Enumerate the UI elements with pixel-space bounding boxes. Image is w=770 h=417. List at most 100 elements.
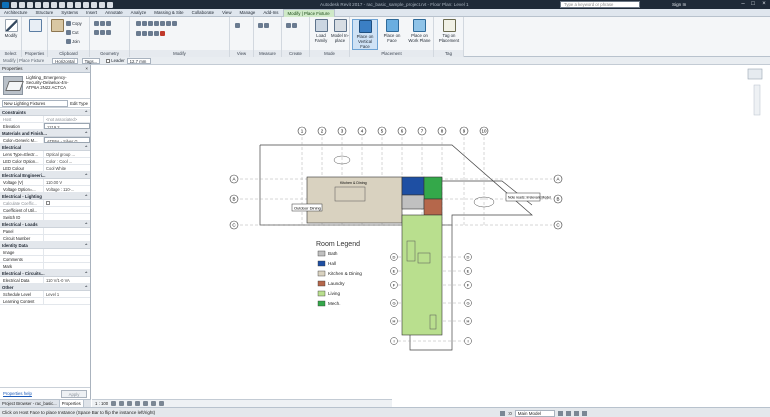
- move-button[interactable]: [136, 21, 177, 26]
- copy-button[interactable]: Copy: [66, 21, 82, 26]
- property-value[interactable]: [44, 249, 90, 255]
- property-value[interactable]: ATP6A - Silver G...: [44, 137, 90, 143]
- property-group[interactable]: Electrical - Lighting ⌃: [0, 193, 90, 200]
- leader-checkbox[interactable]: [106, 58, 111, 63]
- collapse-icon[interactable]: ⌃: [84, 193, 88, 199]
- tab-structure[interactable]: Structure: [31, 9, 57, 17]
- room-tag-outdoor-dining[interactable]: Outdoor Dining: [294, 206, 321, 211]
- place-face-button[interactable]: Place on Face: [380, 19, 404, 43]
- drawing-canvas[interactable]: Outdoor Dining Kitchen & Dining Note rea…: [92, 65, 770, 399]
- property-group[interactable]: Constraints ⌃: [0, 109, 90, 116]
- close-icon[interactable]: ×: [759, 0, 769, 9]
- collapse-icon[interactable]: ⌃: [84, 284, 88, 290]
- main-model-select[interactable]: Main Model: [514, 410, 555, 417]
- property-group[interactable]: Electrical ⌃: [0, 144, 90, 151]
- cope-button[interactable]: [94, 21, 111, 26]
- tab-architecture[interactable]: Architecture: [0, 9, 31, 17]
- type-properties-button[interactable]: [26, 19, 44, 33]
- property-checkbox[interactable]: [46, 201, 50, 205]
- property-value[interactable]: [44, 298, 90, 304]
- text-icon[interactable]: [67, 1, 73, 8]
- tab-manage[interactable]: Manage: [236, 9, 260, 17]
- shadows-icon[interactable]: [135, 401, 141, 406]
- wall-joins-button[interactable]: [94, 30, 111, 35]
- property-value[interactable]: 110 V/1-0 VA: [44, 277, 90, 283]
- property-group[interactable]: Electrical Engineeri... ⌃: [0, 172, 90, 179]
- undo-icon[interactable]: [35, 1, 41, 8]
- property-value[interactable]: [44, 256, 90, 262]
- collapse-icon[interactable]: ⌃: [84, 172, 88, 178]
- join-button[interactable]: Join: [66, 39, 80, 44]
- worksets-icon[interactable]: [500, 411, 505, 416]
- array-button[interactable]: [136, 31, 165, 36]
- select-underlay-icon[interactable]: [573, 411, 579, 416]
- select-panel-label[interactable]: Select: [0, 50, 21, 57]
- mech-room[interactable]: [423, 176, 443, 200]
- reveal-hidden-icon[interactable]: [159, 401, 165, 406]
- tab-annotate[interactable]: Annotate: [101, 9, 127, 17]
- properties-help-link[interactable]: Properties help: [3, 391, 32, 396]
- create-group-button[interactable]: [286, 23, 297, 28]
- measure-icon[interactable]: [59, 1, 65, 8]
- select-links-icon[interactable]: [565, 411, 571, 416]
- property-value[interactable]: [44, 235, 90, 241]
- place-vertical-face-button[interactable]: Place on Vertical Face: [352, 19, 378, 50]
- tag-on-placement-button[interactable]: Tag on Placement: [436, 19, 462, 43]
- tab-massing-site[interactable]: Massing & Site: [150, 9, 187, 17]
- tab-project-browser[interactable]: Project Browser - rac_basic...: [0, 400, 60, 407]
- sun-path-icon[interactable]: [127, 401, 133, 406]
- redo-icon[interactable]: [43, 1, 49, 8]
- instance-filter-select[interactable]: New Lighting Fixtures: [2, 99, 69, 107]
- filter-icon[interactable]: [581, 411, 587, 416]
- close-hidden-icon[interactable]: [99, 1, 105, 8]
- collapse-icon[interactable]: ⌃: [84, 270, 88, 276]
- place-workplane-button[interactable]: Place on Work Plane: [406, 19, 433, 43]
- property-value[interactable]: <not associated>: [44, 116, 90, 122]
- property-value[interactable]: [44, 228, 90, 234]
- property-value[interactable]: Cool White: [44, 165, 90, 171]
- edit-type-button[interactable]: Edit Type: [70, 101, 90, 106]
- open-icon[interactable]: [11, 1, 17, 8]
- property-value[interactable]: [44, 214, 90, 220]
- floor-plan-drawing[interactable]: Outdoor Dining Kitchen & Dining Note rea…: [92, 65, 770, 399]
- tag-orientation-select[interactable]: Horizontal: [52, 57, 78, 64]
- property-group[interactable]: Electrical - Circuits... ⌃: [0, 270, 90, 277]
- view-graphics-button[interactable]: [235, 23, 240, 28]
- tab-systems[interactable]: Systems: [57, 9, 82, 17]
- visual-style-icon[interactable]: [119, 401, 125, 406]
- property-value[interactable]: Color : Cool ...: [44, 158, 90, 164]
- crop-view-icon[interactable]: [143, 401, 149, 406]
- property-group[interactable]: Electrical - Loads ⌃: [0, 221, 90, 228]
- save-icon[interactable]: [19, 1, 25, 8]
- property-value[interactable]: [44, 200, 90, 206]
- collapse-icon[interactable]: ⌃: [84, 144, 88, 150]
- app-menu-icon[interactable]: [2, 1, 9, 8]
- tab-analyze[interactable]: Analyze: [127, 9, 151, 17]
- laundry-room[interactable]: [423, 198, 443, 216]
- load-family-button[interactable]: Load Family: [312, 19, 330, 43]
- tab-insert[interactable]: Insert: [82, 9, 101, 17]
- section-icon[interactable]: [83, 1, 89, 8]
- collapse-icon[interactable]: ⌃: [84, 242, 88, 248]
- tab-modify-place-fixture[interactable]: Modify | Place Fixture: [282, 8, 335, 17]
- property-value[interactable]: 1219.2: [44, 123, 90, 129]
- thin-lines-icon[interactable]: [91, 1, 97, 8]
- temporary-hide-icon[interactable]: [151, 401, 157, 406]
- collapse-icon[interactable]: ⌃: [84, 221, 88, 227]
- property-value[interactable]: Level 1: [44, 291, 90, 297]
- switch-windows-icon[interactable]: [107, 1, 113, 8]
- design-options-icon[interactable]: [557, 411, 563, 416]
- detail-level-icon[interactable]: [111, 401, 117, 406]
- tags-button[interactable]: Tags...: [81, 57, 101, 64]
- modify-button[interactable]: Modify: [2, 19, 20, 38]
- bath-room[interactable]: [401, 194, 425, 210]
- property-group[interactable]: Identity Data ⌃: [0, 242, 90, 249]
- properties-close-icon[interactable]: ×: [85, 65, 88, 73]
- model-inplace-button[interactable]: Model In-place: [331, 19, 349, 43]
- property-value[interactable]: Optical group ...: [44, 151, 90, 157]
- tab-view[interactable]: View: [218, 9, 235, 17]
- tab-add-ins[interactable]: Add-Ins: [259, 9, 282, 17]
- sign-in-button[interactable]: Sign In: [672, 2, 686, 7]
- property-value[interactable]: 110.00 V: [44, 179, 90, 185]
- print-icon[interactable]: [51, 1, 57, 8]
